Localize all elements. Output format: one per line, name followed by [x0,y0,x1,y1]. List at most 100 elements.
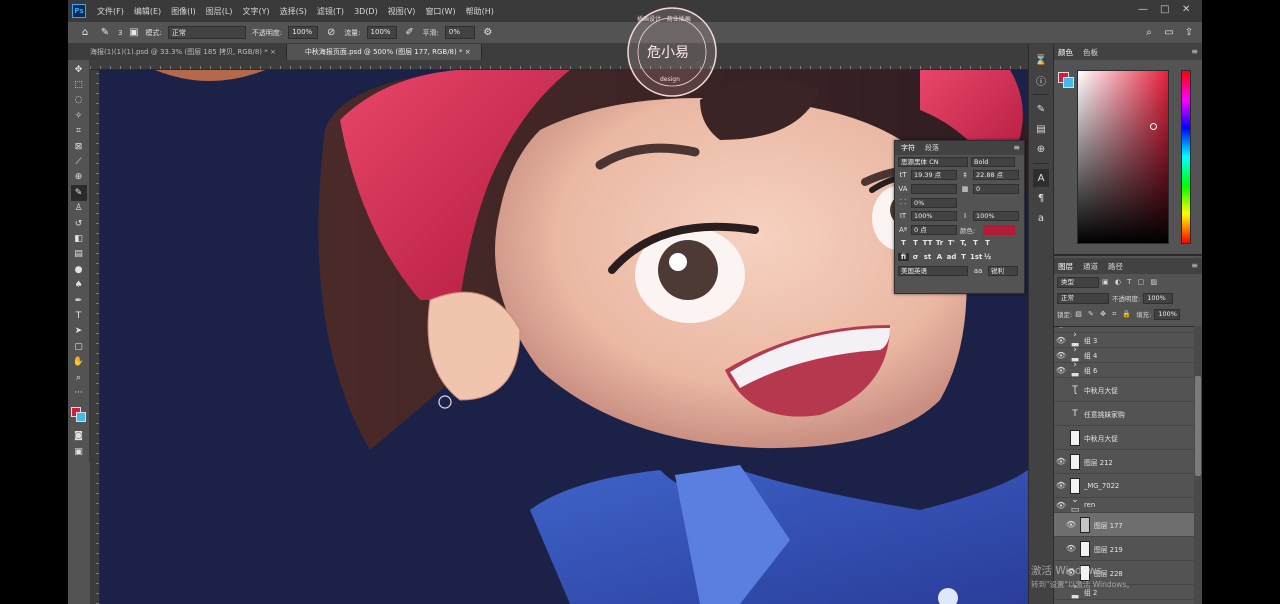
layer-row-219[interactable]: 👁 图层 219 [1054,537,1194,561]
pen-tool-icon[interactable]: ✒ [71,293,87,308]
brush-settings-icon[interactable]: ✎ [1033,100,1049,118]
minimize-button[interactable]: — [1138,4,1148,15]
mode-select[interactable]: 正常 [167,26,246,39]
layer-row-212[interactable]: 👁 图层 212 [1054,450,1194,474]
font-size-field[interactable]: 19.39 点 [911,170,957,181]
visibility-eye-icon[interactable]: 👁 [1054,409,1068,418]
menu-edit[interactable]: 编辑(E) [129,6,166,17]
hue-slider[interactable] [1181,70,1191,244]
brush-preset-icon[interactable]: ✎ [98,26,112,40]
layers-scrollbar[interactable] [1194,326,1202,604]
tab-close-icon[interactable]: × [465,48,471,56]
small-caps-button[interactable]: Tr [934,239,945,247]
more-tools-icon[interactable]: ··· [71,385,87,400]
menu-window[interactable]: 窗口(W) [420,6,460,17]
contextual-button[interactable]: T [958,253,969,261]
panel-menu-icon[interactable]: ≡ [1191,47,1198,56]
baseline-shift-field[interactable]: 0 点 [911,224,957,235]
tracking-field[interactable]: 0 [973,183,1019,194]
lasso-tool-icon[interactable]: ◌ [71,93,87,108]
menu-file[interactable]: 文件(F) [92,6,129,17]
visibility-eye-icon[interactable]: 👁 [1064,544,1078,553]
panel-menu-icon[interactable]: ≡ [1191,261,1198,270]
eraser-tool-icon[interactable]: ◧ [71,231,87,246]
tab-layers[interactable]: 图层 [1058,261,1073,272]
path-selection-tool-icon[interactable]: ➤ [71,324,87,339]
antialias-select[interactable]: 锐利 [988,265,1018,276]
airbrush-icon[interactable]: ✐ [403,26,417,40]
info-panel-icon[interactable]: ⓘ [1033,71,1049,89]
tab-channels[interactable]: 通道 [1083,261,1098,272]
brush-panel-toggle-icon[interactable]: ▣ [128,26,139,40]
visibility-eye-icon[interactable]: 👁 [1054,385,1068,394]
gradient-tool-icon[interactable]: ▤ [71,247,87,262]
language-select[interactable]: 美国英语 [898,265,968,276]
search-icon[interactable]: ⌕ [1142,26,1156,40]
fractions-button[interactable]: ½ [982,253,993,261]
leading-field[interactable]: 22.88 点 [973,170,1019,181]
ordinals-button[interactable]: 1st [970,253,982,261]
share-icon[interactable]: ⇪ [1182,26,1196,40]
folder-icon[interactable]: › ▬ [1068,360,1082,380]
smoothing-field[interactable]: 0% [444,26,475,39]
stylistic-alternates-button[interactable]: A [934,253,945,261]
saturation-value-picker[interactable] [1077,70,1169,244]
move-tool-icon[interactable]: ✥ [71,62,87,77]
color-chips[interactable] [70,406,88,425]
all-caps-button[interactable]: TT [922,239,933,247]
font-style-select[interactable]: Bold [971,156,1015,167]
close-window-button[interactable]: ✕ [1182,4,1190,15]
flow-field[interactable]: 100% [366,26,397,39]
tab-swatches[interactable]: 色板 [1083,47,1098,58]
menu-layer[interactable]: 图层(L) [201,6,238,17]
subscript-button[interactable]: T, [958,239,969,247]
zoom-tool-icon[interactable]: ⌕ [71,370,87,385]
menu-select[interactable]: 选择(S) [275,6,312,17]
menu-type[interactable]: 文字(Y) [237,6,274,17]
menu-view[interactable]: 视图(V) [383,6,421,17]
brushes-panel-icon[interactable]: ▤ [1033,120,1049,138]
glyphs-panel-icon[interactable]: a [1033,209,1049,227]
color-panel-chips[interactable] [1058,72,1074,88]
lock-icons[interactable]: ▨ ✎ ✥ ⌗ 🔒 [1075,310,1133,319]
paragraph-panel-icon[interactable]: ¶ [1033,189,1049,207]
strikethrough-button[interactable]: T [982,239,993,247]
magic-wand-tool-icon[interactable]: ✧ [71,108,87,123]
underline-button[interactable]: T [970,239,981,247]
background-color-swatch[interactable] [1063,77,1074,88]
smoothing-settings-gear-icon[interactable]: ⚙ [481,26,495,40]
panel-menu-icon[interactable]: ≡ [1013,143,1020,152]
tab-character[interactable]: 字符 [901,143,915,153]
layer-filter-select[interactable]: 类型 [1057,276,1099,288]
dodge-tool-icon[interactable]: ♠ [71,277,87,292]
menu-help[interactable]: 帮助(H) [461,6,499,17]
swash-button[interactable]: st [922,253,933,261]
brush-tool-icon[interactable]: ✎ [70,185,87,201]
document-canvas[interactable] [100,70,1028,604]
tab-color[interactable]: 颜色 [1058,47,1073,58]
character-panel-icon[interactable]: A [1033,169,1049,187]
visibility-eye-icon[interactable]: 👁 [1054,501,1068,510]
menu-image[interactable]: 图像(I) [166,6,201,17]
layer-opacity-field[interactable]: 100% [1143,292,1174,304]
vertical-scale-field[interactable]: 100% [911,211,957,222]
eyedropper-tool-icon[interactable]: ⟋ [71,154,87,169]
titling-button[interactable]: ad [946,253,957,261]
visibility-eye-icon[interactable]: 👁 [1054,327,1068,329]
workspace-icon[interactable]: ▭ [1162,26,1176,40]
history-brush-tool-icon[interactable]: ↺ [71,216,87,231]
superscript-button[interactable]: T' [946,239,957,247]
tab-close-icon[interactable]: × [270,48,276,56]
quick-mask-icon[interactable]: ◙ [71,429,87,444]
crop-tool-icon[interactable]: ⌗ [71,124,87,139]
ligatures-button[interactable]: fi [898,252,909,261]
screen-mode-icon[interactable]: ▣ [71,444,87,459]
clone-source-icon[interactable]: ⊕ [1033,140,1049,158]
brush-size-value[interactable]: 3 [118,29,122,37]
tab-mid-autumn-psd[interactable]: 中秋海报页面.psd @ 500% (图层 177, RGB/8) * × [286,44,482,60]
healing-brush-tool-icon[interactable]: ⊕ [71,170,87,185]
layer-row-warp-text[interactable]: 👁 Ʈ 中秋月大促 [1054,378,1194,402]
tsume-field[interactable]: 0% [911,197,957,208]
background-color-swatch[interactable] [75,411,86,422]
faux-italic-button[interactable]: T [910,239,921,247]
